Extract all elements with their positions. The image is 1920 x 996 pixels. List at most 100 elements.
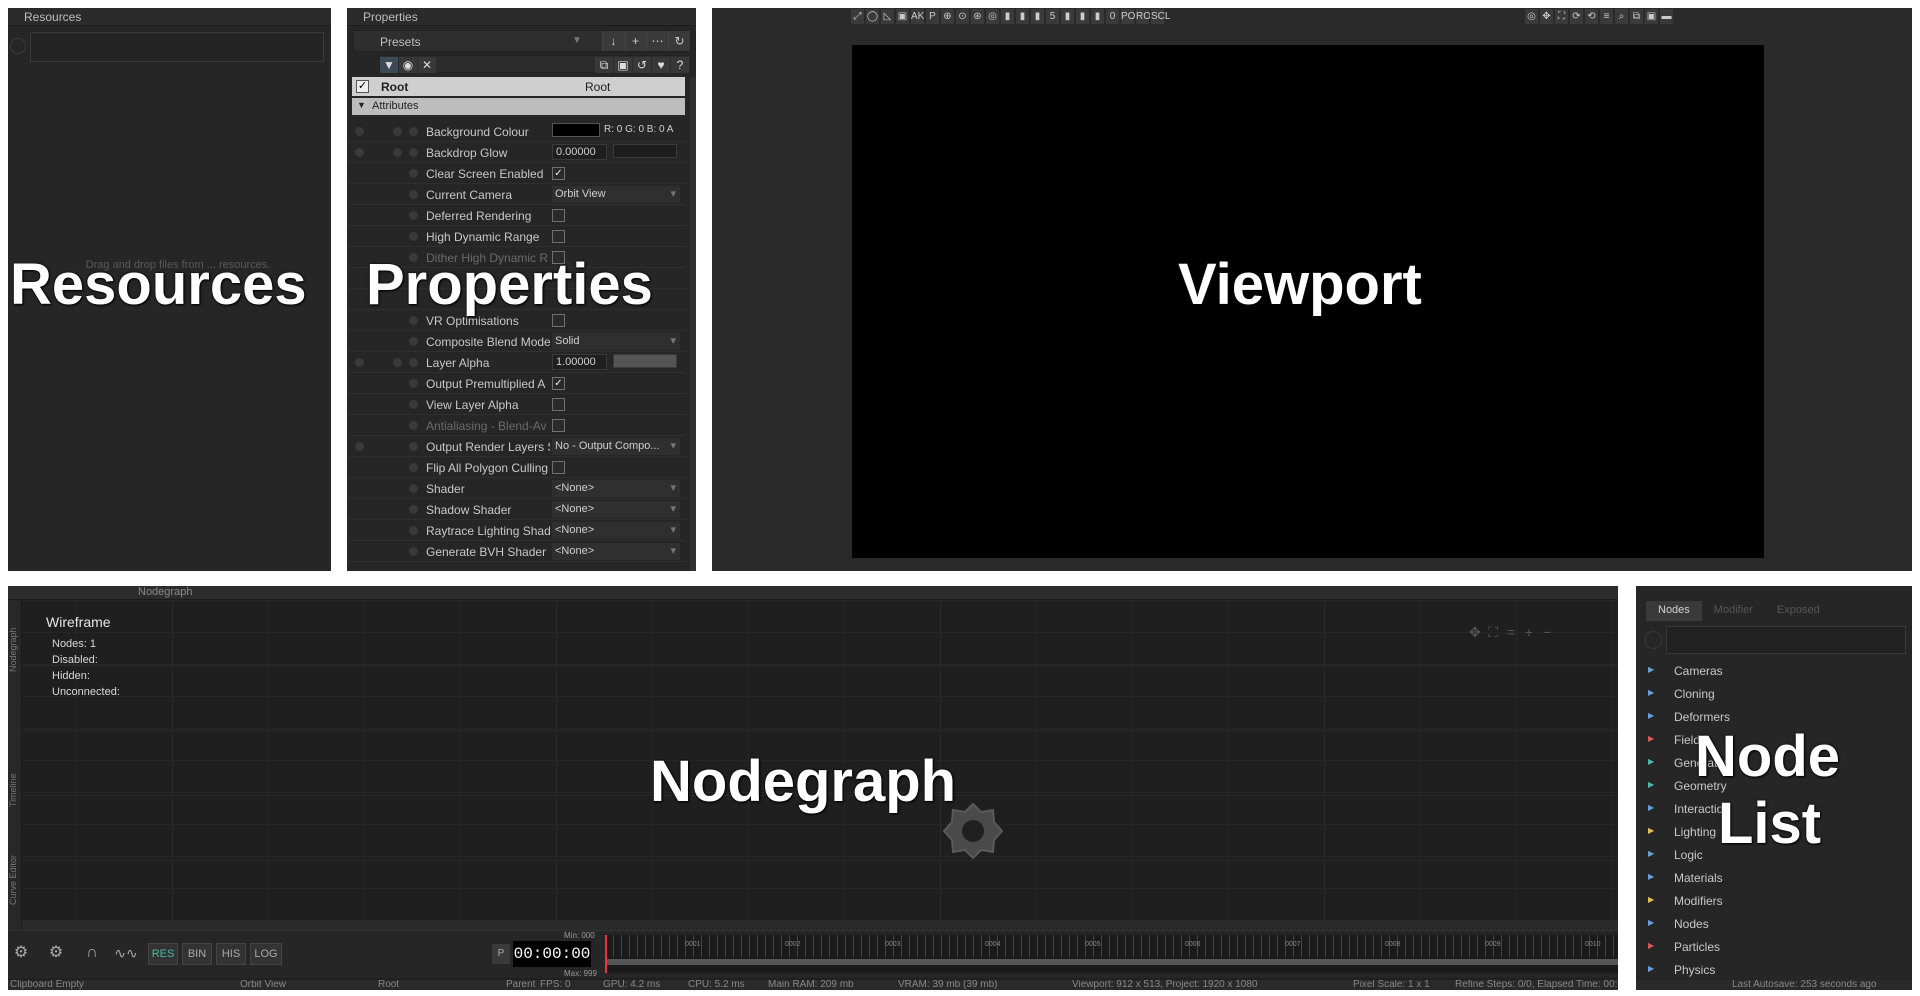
copy-icon[interactable]: ⧉ <box>595 57 613 73</box>
nodelist-search-input[interactable] <box>1666 626 1906 654</box>
viewport-tool-icon[interactable]: ▮ <box>1090 8 1105 25</box>
timecode-display[interactable]: 00:00:00 <box>513 941 591 967</box>
viewport-tool-icon[interactable]: 5 <box>1045 8 1060 25</box>
property-number-field[interactable]: 0.00000 <box>552 144 607 160</box>
property-value[interactable]: ✓ <box>552 375 680 392</box>
equal-icon[interactable]: = <box>1502 624 1520 640</box>
his-button[interactable]: HIS <box>216 943 246 965</box>
keyframe-dot-icon[interactable] <box>409 400 418 409</box>
keyframe-dot-icon[interactable] <box>409 211 418 220</box>
node-gear-icon[interactable] <box>938 796 1008 866</box>
timeline-scrubber[interactable]: 0001 0002 0003 0004 0005 0006 0007 0008 0009 0010 <box>605 935 1618 973</box>
keyframe-dot-icon[interactable] <box>393 127 402 136</box>
property-row[interactable]: Dither High Dynamic R <box>347 247 687 268</box>
viewport-tool-icon[interactable]: ◎ <box>985 8 1000 25</box>
viewport-tool-icon[interactable]: ◺ <box>880 8 895 25</box>
keyframe-dot-icon[interactable] <box>409 337 418 346</box>
play-mode-button[interactable]: P <box>492 944 510 964</box>
property-value[interactable]: Solid <box>552 333 680 350</box>
property-value[interactable]: R: 0 G: 0 B: 0 A <box>552 123 680 140</box>
property-dropdown[interactable]: <None> <box>552 501 680 518</box>
node-category-item[interactable]: ▶ Nodes <box>1644 915 1904 938</box>
property-checkbox[interactable] <box>552 419 565 432</box>
viewport-tool-icon[interactable]: ▣ <box>1644 8 1659 25</box>
property-dropdown[interactable]: Orbit View <box>552 186 680 203</box>
expand-triangle-icon[interactable]: ▶ <box>1648 918 1654 927</box>
expand-triangle-icon[interactable]: ▶ <box>1648 665 1654 674</box>
viewport-tool-icon[interactable]: ◎ <box>1524 8 1539 25</box>
property-dropdown[interactable]: <None> <box>552 543 680 560</box>
advanced-settings-icon[interactable]: ⚙ <box>42 943 70 965</box>
root-enabled-checkbox[interactable]: ✓ <box>356 80 369 93</box>
properties-scrollbar[interactable] <box>690 77 696 571</box>
property-row[interactable]: Deferred Rendering <box>347 205 687 226</box>
property-row[interactable]: View Layer Alpha <box>347 394 687 415</box>
property-value[interactable]: 1.00000 <box>552 354 680 371</box>
property-row[interactable]: Generate BVH Shader <None> <box>347 541 687 562</box>
nodegraph-hscrollbar[interactable] <box>22 920 1618 930</box>
playhead[interactable] <box>605 935 607 973</box>
keyframe-dot-icon[interactable] <box>409 526 418 535</box>
viewport-tool-icon[interactable]: ▬ <box>1659 8 1674 25</box>
reset-icon[interactable]: ↺ <box>633 57 651 73</box>
keyframe-dot-icon[interactable] <box>409 442 418 451</box>
property-checkbox[interactable] <box>552 251 565 264</box>
property-value[interactable]: <None> <box>552 522 680 539</box>
node-category-item[interactable]: ▶ Cloning <box>1644 685 1904 708</box>
viewport-tool-icon[interactable]: ⛶ <box>1554 8 1569 25</box>
viewport-tool-icon[interactable]: ▮ <box>1075 8 1090 25</box>
viewport-tool-icon[interactable]: ▮ <box>1015 8 1030 25</box>
keyframe-dot-icon[interactable] <box>393 358 402 367</box>
viewport-tool-icon[interactable]: P <box>925 8 940 25</box>
nodegraph-canvas[interactable] <box>22 600 1618 920</box>
expand-triangle-icon[interactable]: ▶ <box>1648 688 1654 697</box>
tab-nodes[interactable]: Nodes <box>1646 601 1702 621</box>
keyframe-dot-icon[interactable] <box>409 358 418 367</box>
property-value[interactable] <box>552 459 680 476</box>
keyframe-dot-icon[interactable] <box>409 379 418 388</box>
property-row[interactable]: VR Optimisations <box>347 310 687 331</box>
add-preset-icon[interactable]: + <box>624 31 646 51</box>
expand-triangle-icon[interactable]: ▶ <box>1648 780 1654 789</box>
property-row[interactable]: Layer Alpha 1.00000 <box>347 352 687 373</box>
filter-icon[interactable]: ▼ <box>380 57 398 73</box>
property-row[interactable]: Background Colour R: 0 G: 0 B: 0 A <box>347 121 687 142</box>
property-row[interactable]: Output Render Layers S No - Output Compo.… <box>347 436 687 457</box>
expand-triangle-icon[interactable]: ▶ <box>1648 826 1654 835</box>
download-icon[interactable]: ↓ <box>602 31 624 51</box>
keyframe-dot-icon[interactable] <box>409 232 418 241</box>
clear-icon[interactable]: ✕ <box>418 57 436 73</box>
expand-triangle-icon[interactable]: ▶ <box>1648 711 1654 720</box>
audio-waveform-icon[interactable]: ∿∿ <box>110 943 142 965</box>
property-value[interactable]: Orbit View <box>552 186 680 203</box>
property-row[interactable]: Output Premultiplied A ✓ <box>347 373 687 394</box>
property-row[interactable]: Clear Screen Enabled ✓ <box>347 163 687 184</box>
nodegraph-tab-label[interactable]: Nodegraph <box>138 586 192 598</box>
keyframe-dot-icon[interactable] <box>409 253 418 262</box>
property-row[interactable]: Composite Blend Mode Solid <box>347 331 687 352</box>
viewport-tool-icon[interactable]: ⊕ <box>940 8 955 25</box>
property-number-field[interactable]: 1.00000 <box>552 354 607 370</box>
property-value[interactable] <box>552 270 680 287</box>
more-icon[interactable]: ⋯ <box>646 31 668 51</box>
node-category-item[interactable]: ▶ Deformers <box>1644 708 1904 731</box>
property-checkbox[interactable]: ✓ <box>552 377 565 390</box>
viewport-tool-icon[interactable]: ⤢ <box>850 8 865 25</box>
move-icon[interactable]: ✥ <box>1466 624 1484 641</box>
viewport-tool-icon[interactable]: ⊛ <box>970 8 985 25</box>
viewport-tool-icon[interactable]: ▮ <box>1030 8 1045 25</box>
property-value[interactable] <box>552 228 680 245</box>
viewport-tool-icon[interactable]: ⟲ <box>1584 8 1599 25</box>
magnet-icon[interactable]: ∩ <box>80 943 104 965</box>
viewport-tool-icon[interactable]: ⧉ <box>1629 8 1644 25</box>
keyframe-dot-icon[interactable] <box>409 505 418 514</box>
property-row[interactable]: Current Camera Orbit View <box>347 184 687 205</box>
property-dropdown[interactable]: No - Output Compo... <box>552 438 680 455</box>
favorite-icon[interactable]: ♥ <box>652 57 670 73</box>
property-row[interactable]: Backdrop Glow 0.00000 <box>347 142 687 163</box>
side-tab-curve-editor[interactable]: Curve Editor <box>8 840 22 920</box>
property-value[interactable]: <None> <box>552 480 680 497</box>
property-row[interactable]: Flip All Polygon Culling <box>347 457 687 478</box>
refresh-icon[interactable]: ↻ <box>668 31 690 51</box>
presets-dropdown[interactable]: Presets ▼ ↓ + ⋯ ↻ <box>353 30 691 52</box>
